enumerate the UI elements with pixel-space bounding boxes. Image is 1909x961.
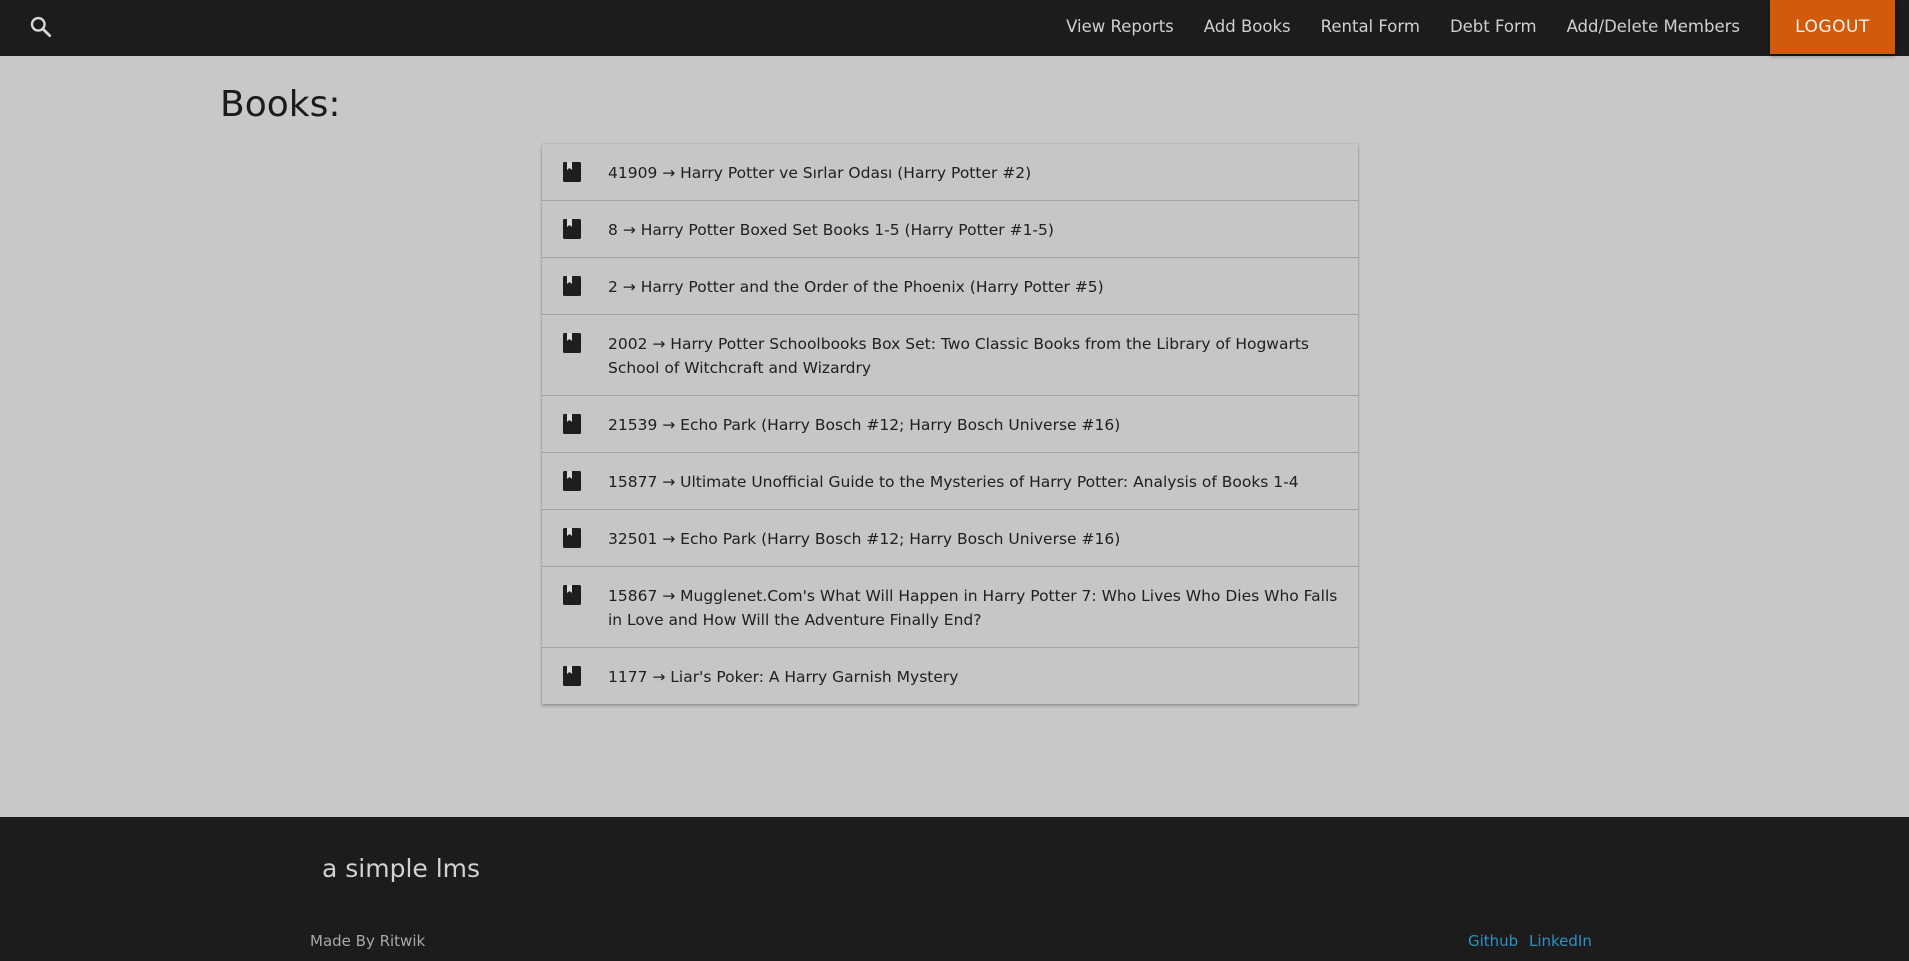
book-list: 41909 → Harry Potter ve Sırlar Odası (Ha… [542,144,1358,704]
book-icon [562,332,582,354]
footer-links: Github LinkedIn [1468,932,1598,950]
book-title: 15867 → Mugglenet.Com's What Will Happen… [608,587,1338,629]
book-list-item[interactable]: 2002 → Harry Potter Schoolbooks Box Set:… [542,315,1358,396]
footer: a simple lms Made By Ritwik Github Linke… [0,817,1909,961]
book-list-item[interactable]: 15877 → Ultimate Unofficial Guide to the… [542,453,1358,510]
book-list-item[interactable]: 21539 → Echo Park (Harry Bosch #12; Harr… [542,396,1358,453]
github-link[interactable]: Github [1468,932,1518,950]
book-title: 2002 → Harry Potter Schoolbooks Box Set:… [608,335,1309,377]
logout-button[interactable]: LOGOUT [1770,0,1895,54]
nav-link-add-books[interactable]: Add Books [1204,17,1291,36]
nav-link-debt-form[interactable]: Debt Form [1450,17,1537,36]
linkedin-link[interactable]: LinkedIn [1529,932,1592,950]
book-list-item[interactable]: 1177 → Liar's Poker: A Harry Garnish Mys… [542,648,1358,704]
book-title: 1177 → Liar's Poker: A Harry Garnish Mys… [608,668,959,686]
nav-link-rental-form[interactable]: Rental Form [1321,17,1420,36]
book-title: 15877 → Ultimate Unofficial Guide to the… [608,473,1299,491]
book-list-item[interactable]: 2 → Harry Potter and the Order of the Ph… [542,258,1358,315]
book-icon [562,161,582,183]
footer-credit: Made By Ritwik [310,932,426,950]
book-title: 41909 → Harry Potter ve Sırlar Odası (Ha… [608,164,1032,182]
book-title: 2 → Harry Potter and the Order of the Ph… [608,278,1104,296]
book-title: 21539 → Echo Park (Harry Bosch #12; Harr… [608,416,1121,434]
footer-title: a simple lms [322,854,481,883]
book-title: 32501 → Echo Park (Harry Bosch #12; Harr… [608,530,1121,548]
book-list-item[interactable]: 15867 → Mugglenet.Com's What Will Happen… [542,567,1358,648]
book-icon [562,275,582,297]
book-icon [562,413,582,435]
book-title: 8 → Harry Potter Boxed Set Books 1-5 (Ha… [608,221,1054,239]
book-icon [562,527,582,549]
nav-links: View Reports Add Books Rental Form Debt … [1036,0,1909,56]
book-list-item[interactable]: 41909 → Harry Potter ve Sırlar Odası (Ha… [542,144,1358,201]
book-icon [562,470,582,492]
search-icon[interactable] [28,14,54,40]
page-title: Books: [220,84,341,125]
book-icon [562,665,582,687]
nav-link-add-delete-members[interactable]: Add/Delete Members [1567,17,1740,36]
top-navbar: View Reports Add Books Rental Form Debt … [0,0,1909,56]
nav-link-view-reports[interactable]: View Reports [1066,17,1174,36]
book-list-item[interactable]: 32501 → Echo Park (Harry Bosch #12; Harr… [542,510,1358,567]
book-icon [562,584,582,606]
book-icon [562,218,582,240]
book-list-item[interactable]: 8 → Harry Potter Boxed Set Books 1-5 (Ha… [542,201,1358,258]
